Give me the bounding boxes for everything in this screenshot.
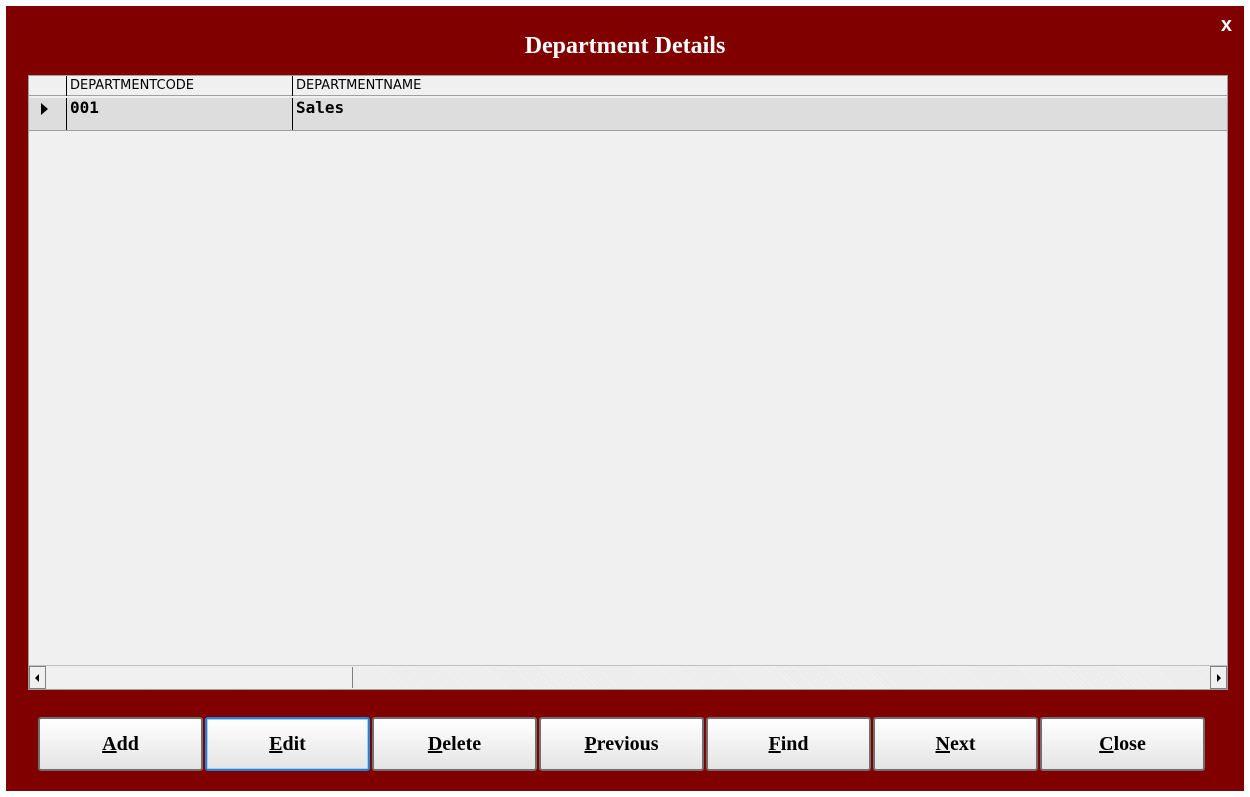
- delete-accel: D: [427, 733, 443, 755]
- close-button[interactable]: Close: [1040, 717, 1205, 771]
- cell-departmentcode[interactable]: 001: [67, 98, 293, 130]
- table-row[interactable]: 001 Sales: [29, 98, 1227, 131]
- edit-button[interactable]: Edit: [205, 717, 370, 771]
- grid-header: DEPARTMENTCODE DEPARTMENTNAME: [29, 76, 1227, 96]
- edit-accel: E: [269, 733, 283, 755]
- next-button[interactable]: Next: [873, 717, 1038, 771]
- find-accel: F: [768, 733, 781, 755]
- scroll-right-button[interactable]: [1210, 666, 1227, 689]
- previous-label: revious: [596, 733, 659, 755]
- next-label: ext: [949, 733, 976, 755]
- column-header-departmentname[interactable]: DEPARTMENTNAME: [293, 76, 1227, 96]
- horizontal-scrollbar[interactable]: [29, 665, 1227, 689]
- row-selector[interactable]: [29, 98, 67, 130]
- current-row-arrow-icon: [41, 103, 48, 115]
- previous-accel: P: [584, 733, 597, 755]
- find-label: ind: [780, 733, 809, 755]
- previous-button[interactable]: Previous: [539, 717, 704, 771]
- arrow-left-icon: [35, 674, 39, 682]
- close-label: lose: [1113, 733, 1146, 755]
- window-title: Department Details: [524, 33, 726, 59]
- scrollbar-thumb[interactable]: [47, 667, 353, 688]
- add-label: dd: [116, 733, 139, 755]
- cell-departmentname[interactable]: Sales: [293, 98, 1227, 130]
- delete-label: elete: [442, 733, 482, 755]
- delete-button[interactable]: Delete: [372, 717, 537, 771]
- department-details-window: Department Details x DEPARTMENTCODE DEPA…: [6, 6, 1244, 791]
- add-button[interactable]: Add: [38, 717, 203, 771]
- add-accel: A: [102, 733, 117, 755]
- department-grid[interactable]: DEPARTMENTCODE DEPARTMENTNAME 001 Sales: [28, 75, 1228, 690]
- edit-label: dit: [282, 733, 306, 755]
- column-header-departmentcode[interactable]: DEPARTMENTCODE: [67, 76, 293, 96]
- close-accel: C: [1099, 733, 1114, 755]
- scroll-left-button[interactable]: [29, 666, 46, 689]
- next-accel: N: [935, 733, 950, 755]
- arrow-right-icon: [1217, 674, 1221, 682]
- find-button[interactable]: Find: [706, 717, 871, 771]
- row-selector-header: [29, 76, 67, 96]
- close-window-icon[interactable]: x: [1221, 14, 1232, 36]
